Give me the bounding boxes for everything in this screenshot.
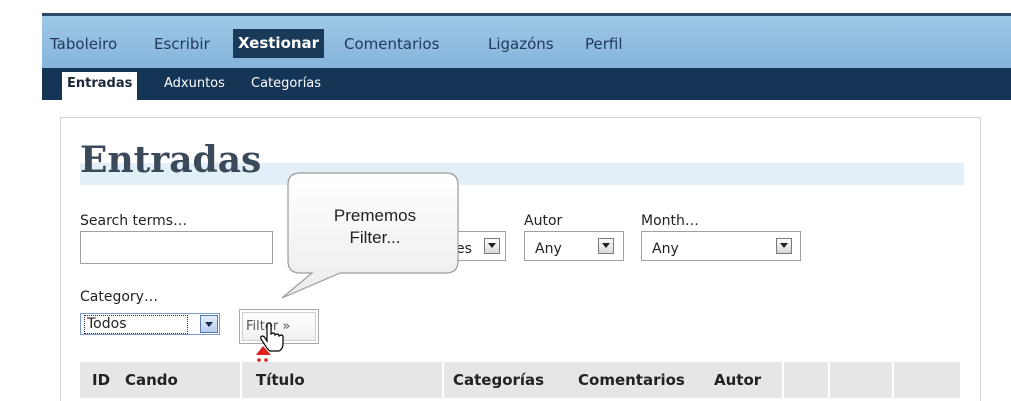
column-header-categorias[interactable]: Categorías bbox=[453, 371, 544, 389]
sub-nav: Entradas Adxuntos Categorías bbox=[42, 68, 1011, 100]
column-header-id[interactable]: ID bbox=[92, 371, 110, 389]
nav-item-perfil[interactable]: Perfil bbox=[585, 35, 623, 53]
callout-line-1: Prememos bbox=[333, 206, 417, 225]
callout-text: Prememos Filter... bbox=[295, 205, 455, 249]
status-select-value: es bbox=[456, 241, 472, 257]
subnav-item-entradas[interactable]: Entradas bbox=[62, 72, 138, 100]
nav-item-escribir[interactable]: Escribir bbox=[154, 35, 210, 53]
author-select-value: Any bbox=[535, 241, 562, 257]
status-select[interactable]: es bbox=[454, 231, 506, 261]
hand-pointer-icon bbox=[256, 322, 284, 362]
column-divider bbox=[828, 362, 830, 398]
category-select[interactable]: Todos bbox=[80, 313, 220, 335]
chevron-down-icon[interactable] bbox=[598, 238, 614, 254]
search-input[interactable] bbox=[80, 231, 273, 264]
search-terms-label: Search terms… bbox=[80, 213, 188, 229]
nav-item-ligazons[interactable]: Ligazóns bbox=[488, 35, 554, 53]
month-select-value: Any bbox=[652, 241, 679, 257]
author-select[interactable]: Any bbox=[524, 231, 624, 261]
nav-item-comentarios[interactable]: Comentarios bbox=[344, 35, 439, 53]
column-divider bbox=[892, 362, 894, 398]
subnav-item-adxuntos[interactable]: Adxuntos bbox=[164, 76, 225, 92]
column-divider bbox=[442, 362, 444, 398]
chevron-down-icon[interactable] bbox=[776, 238, 792, 254]
page-title: Entradas bbox=[80, 139, 262, 181]
column-header-cando[interactable]: Cando bbox=[125, 371, 178, 389]
column-header-titulo[interactable]: Título bbox=[256, 371, 305, 389]
month-select[interactable]: Any bbox=[641, 231, 801, 261]
column-divider bbox=[782, 362, 784, 398]
chevron-down-icon[interactable] bbox=[484, 238, 500, 254]
subnav-item-categorias[interactable]: Categorías bbox=[251, 76, 321, 92]
nav-item-taboleiro[interactable]: Taboleiro bbox=[50, 35, 117, 53]
column-header-autor[interactable]: Autor bbox=[714, 371, 761, 389]
month-label: Month… bbox=[641, 213, 699, 229]
nav-item-xestionar[interactable]: Xestionar bbox=[233, 29, 325, 58]
category-select-value: Todos bbox=[84, 315, 188, 334]
column-header-comentarios[interactable]: Comentarios bbox=[578, 371, 685, 389]
chevron-down-icon[interactable] bbox=[200, 315, 218, 333]
column-divider bbox=[240, 362, 242, 398]
posts-table-header: ID Cando Título Categorías Comentarios A… bbox=[80, 362, 960, 398]
main-nav: Taboleiro Escribir Xestionar Comentarios… bbox=[42, 16, 1011, 68]
callout-line-2: Filter... bbox=[349, 228, 401, 247]
category-label: Category… bbox=[80, 289, 158, 305]
author-label: Autor bbox=[524, 213, 563, 229]
